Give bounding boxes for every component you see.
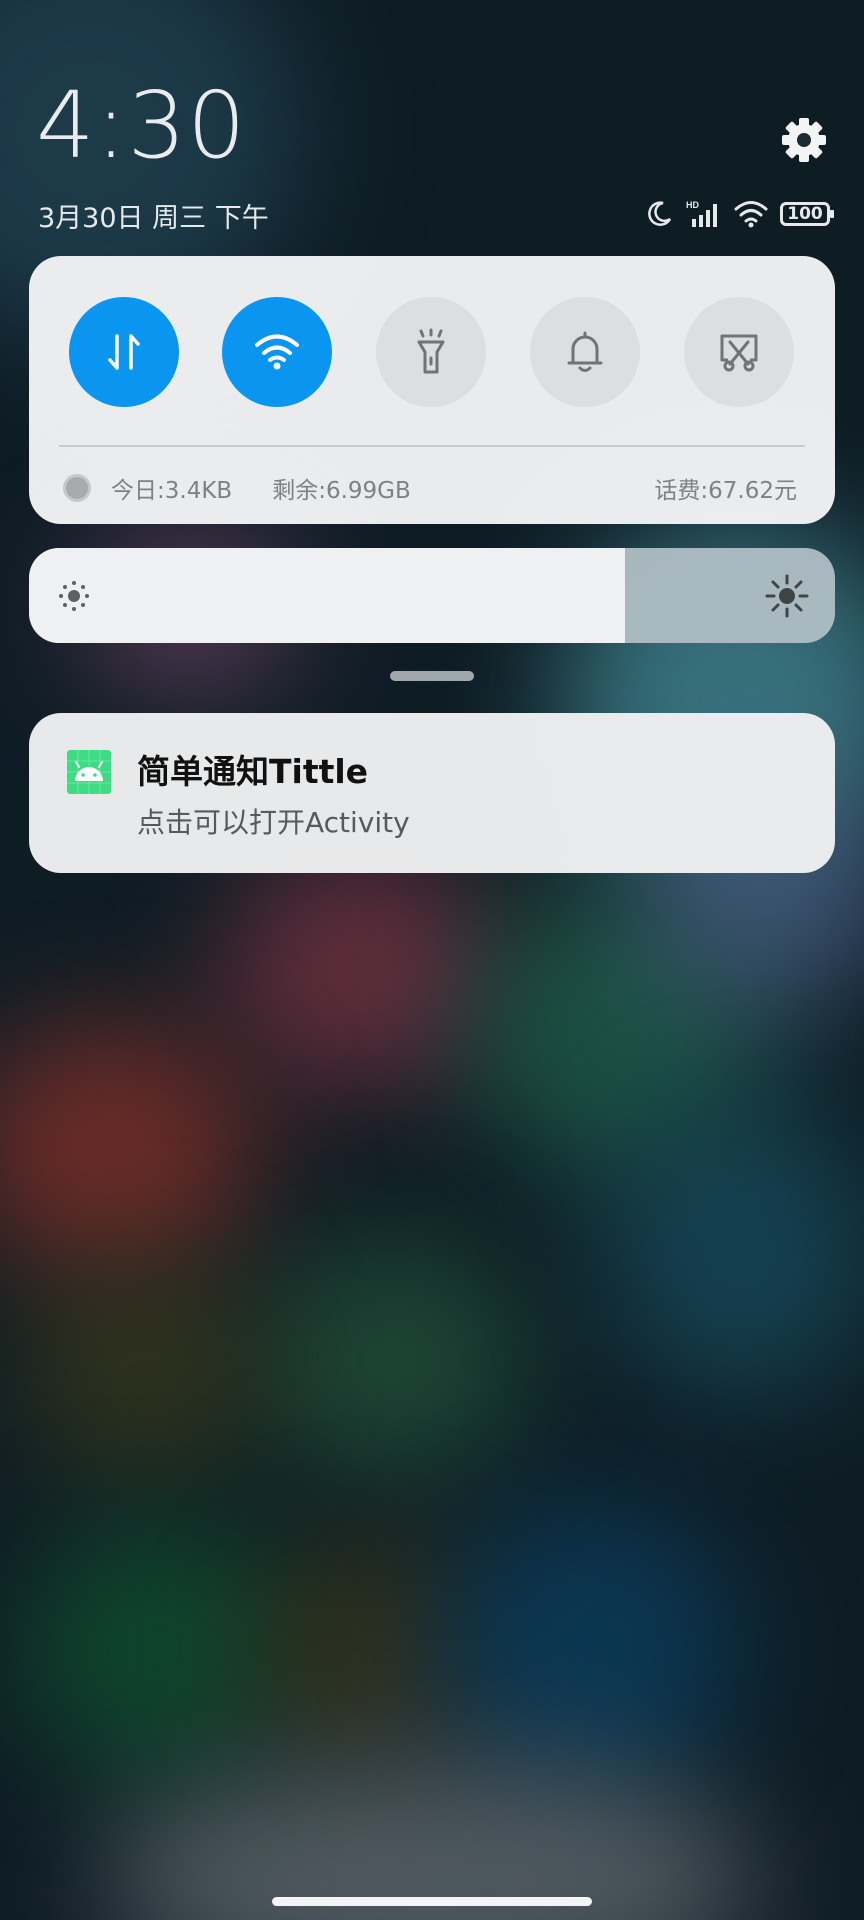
screenshot-toggle[interactable] [684, 297, 794, 407]
clock-time: 4:30 [36, 72, 247, 179]
brightness-high-icon [765, 574, 809, 618]
wifi-icon [255, 334, 299, 370]
home-indicator[interactable] [272, 1897, 592, 1906]
data-usage-icon [63, 474, 91, 502]
data-arrows-icon [108, 334, 140, 370]
quick-settings-divider [59, 445, 805, 447]
svg-text:HD: HD [686, 200, 699, 210]
notification-title: 简单通知Tittle [137, 752, 369, 791]
wifi-icon [734, 201, 768, 228]
brightness-fill [29, 548, 626, 643]
mobile-data-toggle[interactable] [69, 297, 179, 407]
panel-drag-handle[interactable] [390, 671, 474, 681]
quick-settings-panel: 今日:3.4KB 剩余:6.99GB 话费:67.62元 [29, 256, 835, 524]
data-today: 今日:3.4KB [111, 478, 233, 504]
battery-icon: 100 [780, 202, 834, 226]
brightness-low-icon [59, 581, 89, 611]
android-icon [67, 750, 111, 794]
data-usage-row[interactable]: 今日:3.4KB 剩余:6.99GB 话费:67.62元 [63, 468, 797, 508]
phone-balance: 话费:67.62元 [654, 478, 797, 504]
moon-icon [648, 201, 672, 226]
hd-signal-icon: HD [686, 200, 717, 227]
flashlight-toggle[interactable] [376, 297, 486, 407]
notification-text: 点击可以打开Activity [137, 806, 410, 839]
flashlight-icon [417, 328, 445, 374]
brightness-slider[interactable] [29, 548, 835, 643]
battery-level: 100 [787, 204, 823, 224]
bell-icon [567, 331, 603, 372]
data-remaining: 剩余:6.99GB [272, 478, 411, 504]
notification-card[interactable]: 简单通知Tittle 点击可以打开Activity [29, 713, 835, 873]
settings-button[interactable] [778, 114, 830, 166]
date-text: 3月30日 周三 下午 [38, 203, 269, 234]
sound-toggle[interactable] [530, 297, 640, 407]
status-icons: HD 100 [644, 196, 834, 232]
screenshot-icon [720, 334, 758, 372]
wifi-toggle[interactable] [222, 297, 332, 407]
gear-icon [782, 118, 826, 162]
